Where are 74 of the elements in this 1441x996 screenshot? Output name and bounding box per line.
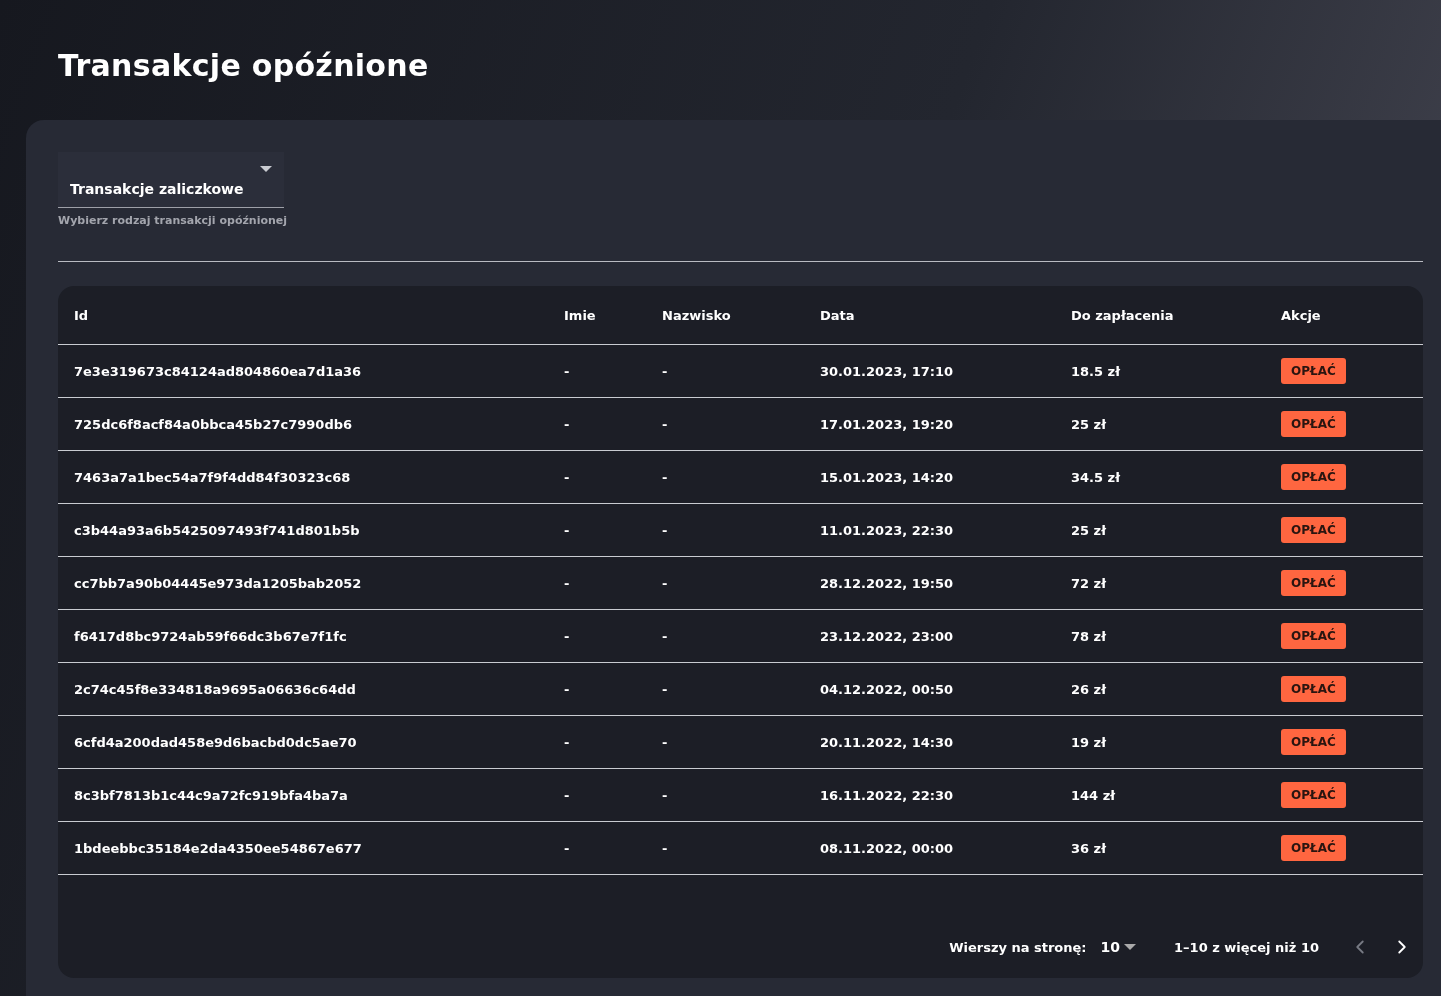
pay-button[interactable]: OPŁAĆ [1281, 835, 1346, 861]
table-cell-text: - [662, 416, 669, 432]
table-cell-text: cc7bb7a90b04445e973da1205bab2052 [74, 575, 363, 591]
table-cell-text: - [564, 363, 571, 379]
table-cell-text: - [662, 522, 669, 538]
pay-button[interactable]: OPŁAĆ [1281, 623, 1346, 649]
table-cell-text: 18.5 zł [1071, 363, 1121, 379]
page-title: Transakcje opóźnione [57, 47, 430, 85]
table-cell-text: 15.01.2023, 14:20 [820, 469, 955, 485]
table-cell-text: 78 zł [1071, 628, 1107, 644]
table-cell-text: 20.11.2022, 14:30 [820, 734, 955, 750]
table-cell-text: - [564, 681, 571, 697]
table-cell-text: 72 zł [1071, 575, 1107, 591]
table-cell-text: 28.12.2022, 19:50 [820, 575, 955, 591]
table-cell-text: 34.5 zł [1071, 469, 1121, 485]
table-cell-text: - [662, 575, 669, 591]
table-cell-text: - [564, 840, 571, 856]
table-cell-text: 26 zł [1071, 681, 1107, 697]
table-cell-text: 08.11.2022, 00:00 [820, 840, 955, 856]
column-header: Imie [564, 307, 597, 323]
table-cell-text: 19 zł [1071, 734, 1107, 750]
table-cell-text: 25 zł [1071, 522, 1107, 538]
pay-button[interactable]: OPŁAĆ [1281, 729, 1346, 755]
rows-per-page-label: Wierszy na stronę: [949, 939, 1087, 955]
transaction-type-select[interactable]: Transakcje zaliczkowe [58, 152, 284, 208]
pay-button[interactable]: OPŁAĆ [1281, 782, 1346, 808]
table-cell-text: 17.01.2023, 19:20 [820, 416, 955, 432]
table-cell-text: - [662, 628, 669, 644]
table-cell-text: 7e3e319673c84124ad804860ea7d1a36 [74, 363, 363, 379]
table-cell-text: - [564, 787, 571, 803]
dropdown-caret-icon [260, 165, 272, 172]
table-cell-text: c3b44a93a6b5425097493f741d801b5b [74, 522, 361, 538]
table-cell-text: 23.12.2022, 23:00 [820, 628, 955, 644]
column-header: Akcje [1281, 307, 1322, 323]
table-cell-text: - [564, 469, 571, 485]
column-header: Do zapłacenia [1071, 307, 1175, 323]
select-helper-text: Wybierz rodzaj transakcji opóźnionej [58, 214, 289, 227]
rows-per-page-select[interactable]: 10 [1100, 939, 1137, 955]
table-cell-text: - [564, 734, 571, 750]
table-cell-text: 6cfd4a200dad458e9d6bacbd0dc5ae70 [74, 734, 358, 750]
table-cell-text: - [662, 787, 669, 803]
pagination-range: 1–10 z więcej niż 10 [1174, 939, 1319, 955]
column-header: Data [820, 307, 856, 323]
column-header: Nazwisko [662, 307, 732, 323]
pay-button[interactable]: OPŁAĆ [1281, 676, 1346, 702]
table-cell-text: f6417d8bc9724ab59f66dc3b67e7f1fc [74, 628, 348, 644]
column-header: Id [74, 307, 90, 323]
table-cell-text: - [662, 469, 669, 485]
table-cell-text: 7463a7a1bec54a7f9f4dd84f30323c68 [74, 469, 352, 485]
table-cell-text: - [564, 628, 571, 644]
table-cell-text: - [564, 522, 571, 538]
pay-button[interactable]: OPŁAĆ [1281, 570, 1346, 596]
table-cell-text: 11.01.2023, 22:30 [820, 522, 955, 538]
table-cell-text: 725dc6f8acf84a0bbca45b27c7990db6 [74, 416, 354, 432]
table-cell-text: 25 zł [1071, 416, 1107, 432]
pay-button[interactable]: OPŁAĆ [1281, 358, 1346, 384]
table-cell-text: - [564, 416, 571, 432]
table-cell-text: - [564, 575, 571, 591]
table-cell-text: 8c3bf7813b1c44c9a72fc919bfa4ba7a [74, 787, 349, 803]
table-cell-text: 36 zł [1071, 840, 1107, 856]
dropdown-caret-icon [1124, 944, 1137, 950]
table-cell-text: 16.11.2022, 22:30 [820, 787, 955, 803]
table-cell-text: 2c74c45f8e334818a9695a06636c64dd [74, 681, 357, 697]
table-cell-text: - [662, 681, 669, 697]
table-cell-text: - [662, 363, 669, 379]
table-cell-text: 04.12.2022, 00:50 [820, 681, 955, 697]
pay-button[interactable]: OPŁAĆ [1281, 411, 1346, 437]
table-cell-text: 1bdeebbc35184e2da4350ee54867e677 [74, 840, 363, 856]
table-cell-text: - [662, 734, 669, 750]
table-cell-text: 144 zł [1071, 787, 1117, 803]
pay-button[interactable]: OPŁAĆ [1281, 517, 1346, 543]
table-cell-text: 30.01.2023, 17:10 [820, 363, 955, 379]
pay-button[interactable]: OPŁAĆ [1281, 464, 1346, 490]
table-cell-text: - [662, 840, 669, 856]
